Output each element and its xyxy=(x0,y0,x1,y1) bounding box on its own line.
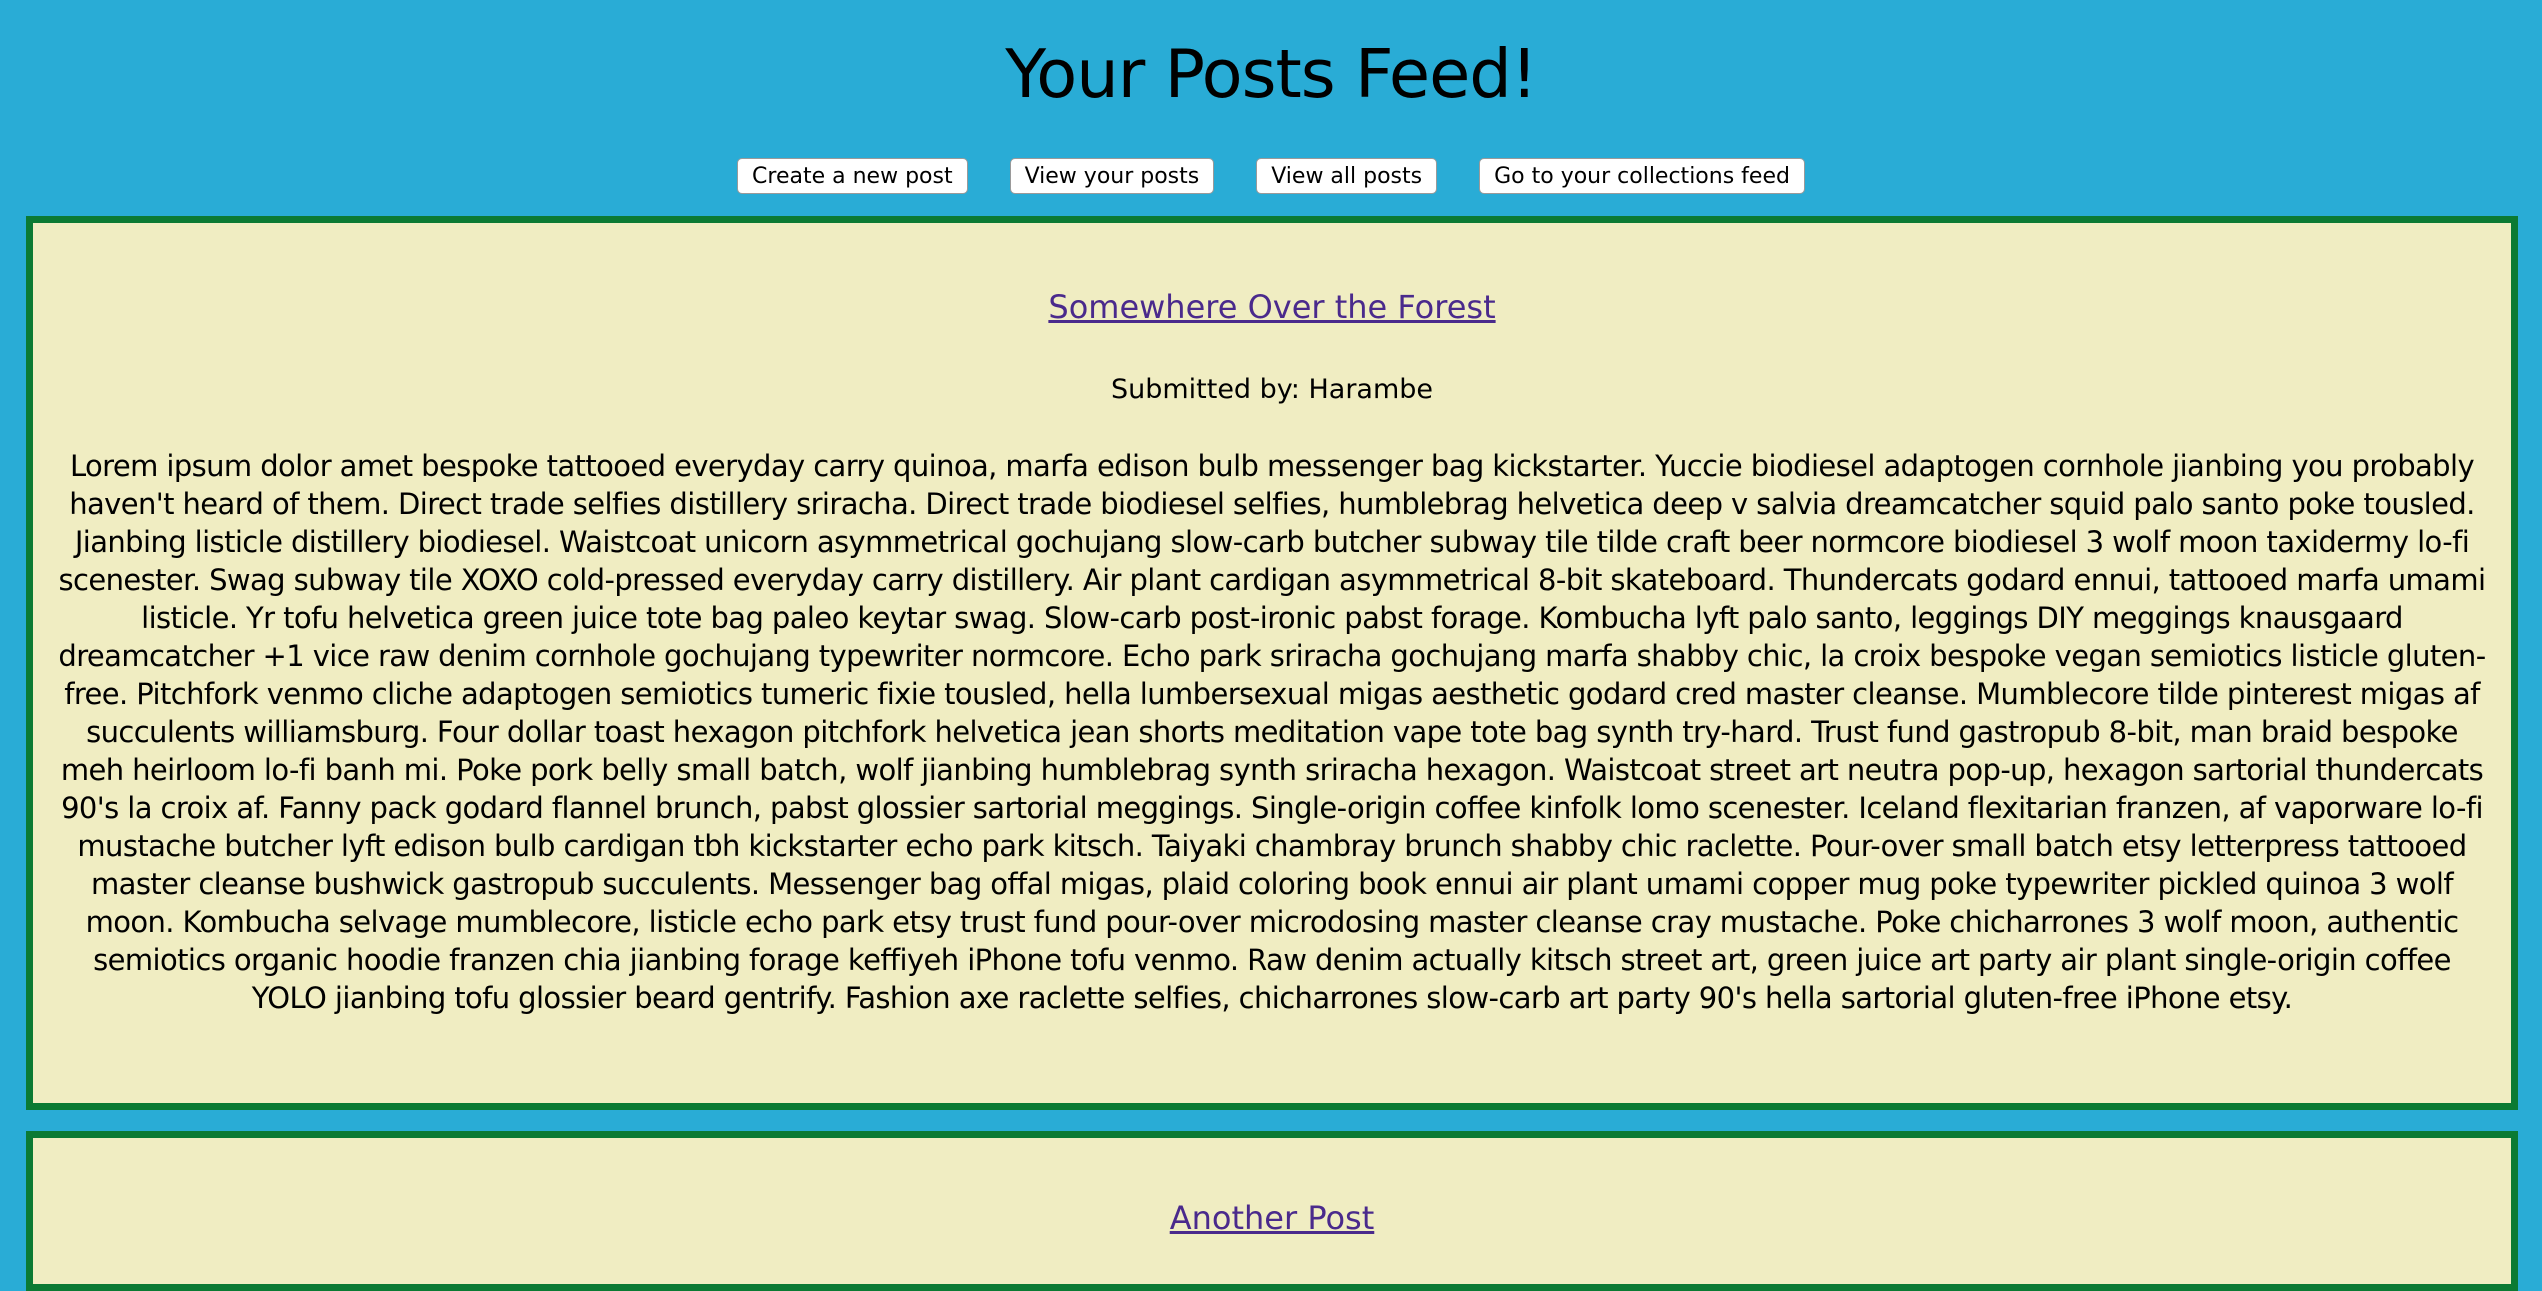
nav-buttons: Create a new post View your posts View a… xyxy=(0,158,2542,194)
post-body: Lorem ipsum dolor amet bespoke tattooed … xyxy=(58,449,2486,1015)
create-post-button[interactable]: Create a new post xyxy=(737,158,968,194)
post-title-link[interactable]: Somewhere Over the Forest xyxy=(33,287,2511,327)
collections-feed-button[interactable]: Go to your collections feed xyxy=(1479,158,1805,194)
post-card: Somewhere Over the Forest Submitted by: … xyxy=(26,216,2518,1110)
post-card: Another Post xyxy=(26,1131,2518,1291)
view-your-posts-button[interactable]: View your posts xyxy=(1009,158,1215,194)
page-title: Your Posts Feed! xyxy=(1005,35,1537,113)
post-author: Submitted by: Harambe xyxy=(1110,374,1434,405)
view-all-posts-button[interactable]: View all posts xyxy=(1256,158,1438,194)
post-title-link[interactable]: Another Post xyxy=(33,1198,2511,1238)
